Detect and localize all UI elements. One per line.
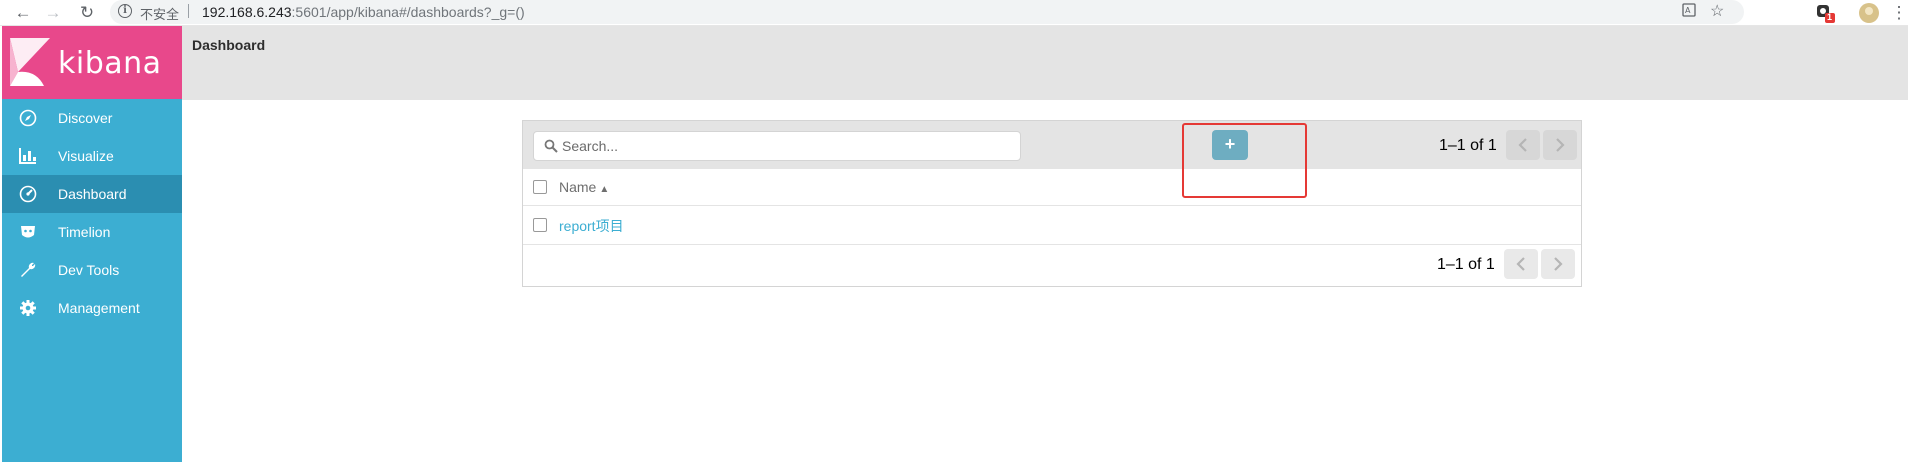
wrench-icon xyxy=(21,262,36,277)
reload-icon[interactable]: ↻ xyxy=(76,2,98,24)
url-host: 192.168.6.243 xyxy=(202,4,292,20)
sidebar-item-discover[interactable]: Discover xyxy=(2,99,182,137)
browser-menu-icon[interactable]: ⋮ xyxy=(1888,2,1908,24)
translate-icon[interactable]: A xyxy=(1682,3,1696,20)
dashboard-listing: + 1–1 of 1 Name▲ report项目 1–1 of 1 xyxy=(522,120,1582,287)
chevron-right-icon xyxy=(1556,138,1565,152)
pager-prev-button-top[interactable] xyxy=(1506,130,1540,160)
sidebar-item-label: Discover xyxy=(58,110,113,126)
logo-text: kibana xyxy=(58,46,162,81)
kibana-logo[interactable]: kibana xyxy=(2,26,182,99)
extension-badge: 1 xyxy=(1827,12,1833,22)
gear-icon xyxy=(20,300,36,316)
pager-count-top: 1–1 of 1 xyxy=(1439,137,1497,154)
sidebar-item-label: Dashboard xyxy=(58,186,127,202)
browser-toolbar: ← → ↻ i 不安全 192.168.6.243:5601/app/kiban… xyxy=(0,0,1908,26)
back-arrow-icon[interactable]: ← xyxy=(12,2,34,24)
search-icon xyxy=(544,139,558,153)
insecure-label: 不安全 xyxy=(140,7,180,22)
table-header-row: Name ▲ xyxy=(523,169,1581,206)
bookmark-star-icon[interactable]: ☆ xyxy=(1710,1,1724,21)
forward-arrow-icon[interactable]: → xyxy=(42,2,64,24)
sidebar-item-dev-tools[interactable]: Dev Tools xyxy=(2,251,182,289)
bar-chart-icon xyxy=(19,148,36,164)
listing-toolbar: + 1–1 of 1 xyxy=(523,121,1581,169)
search-input[interactable] xyxy=(562,136,1012,156)
address-separator xyxy=(188,4,189,18)
sidebar-item-label: Timelion xyxy=(58,224,111,240)
listing-footer: 1–1 of 1 xyxy=(523,245,1581,286)
search-box[interactable] xyxy=(533,131,1021,161)
name-column-label: Name xyxy=(559,179,597,195)
chevron-right-icon xyxy=(1554,257,1563,271)
sidebar-item-timelion[interactable]: Timelion xyxy=(2,213,182,251)
url-text[interactable]: 192.168.6.243:5601/app/kibana#/dashboard… xyxy=(202,4,525,20)
pager-next-button-bottom[interactable] xyxy=(1541,249,1575,279)
select-all-checkbox[interactable] xyxy=(533,180,547,194)
sidebar-nav: Discover Visualize Dashboard Timelion De… xyxy=(2,99,182,327)
sidebar-item-visualize[interactable]: Visualize xyxy=(2,137,182,175)
row-checkbox[interactable] xyxy=(533,218,547,232)
sidebar-item-management[interactable]: Management xyxy=(2,289,182,327)
pager-prev-button-bottom[interactable] xyxy=(1504,249,1538,279)
sidebar: kibana Discover Visualize Dashboard Time… xyxy=(2,26,182,462)
sidebar-item-dashboard[interactable]: Dashboard xyxy=(2,175,182,213)
dashboard-link[interactable]: report项目 xyxy=(559,216,624,236)
pager-count-bottom: 1–1 of 1 xyxy=(1437,256,1495,273)
compass-icon xyxy=(19,109,37,127)
sidebar-item-label: Visualize xyxy=(58,148,114,164)
svg-text:A: A xyxy=(1685,6,1691,15)
extension-icon[interactable]: 1 xyxy=(1814,2,1836,29)
address-bar[interactable]: i 不安全 192.168.6.243:5601/app/kibana#/das… xyxy=(110,0,1744,24)
chevron-left-icon xyxy=(1518,138,1527,152)
info-icon[interactable]: i xyxy=(118,4,132,18)
table-row: report项目 xyxy=(523,206,1581,245)
page-header: Dashboard xyxy=(182,26,1908,100)
url-path: :5601/app/kibana#/dashboards?_g=() xyxy=(291,4,525,20)
annotation-highlight-box xyxy=(1182,123,1307,198)
pager-next-button-top[interactable] xyxy=(1543,130,1577,160)
timelion-icon xyxy=(21,226,35,238)
page-title: Dashboard xyxy=(192,37,266,53)
name-column-header[interactable]: Name ▲ xyxy=(559,179,609,195)
dashboard-icon xyxy=(19,185,37,203)
sidebar-item-label: Dev Tools xyxy=(58,262,120,278)
sort-caret-icon: ▲ xyxy=(599,184,610,195)
chevron-left-icon xyxy=(1516,257,1525,271)
profile-avatar-icon[interactable] xyxy=(1858,2,1880,29)
sidebar-item-label: Management xyxy=(58,300,140,316)
kibana-logo-icon xyxy=(10,38,50,86)
